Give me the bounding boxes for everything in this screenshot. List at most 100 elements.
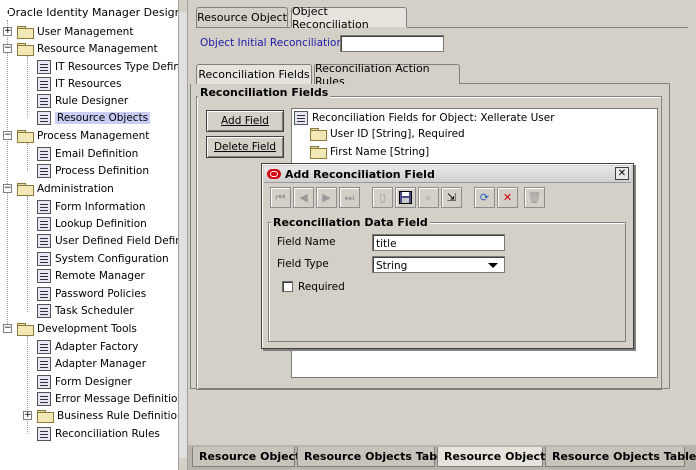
previous-record-icon[interactable]: ◀ [293,187,314,208]
warning-icon [37,391,51,406]
delete-field-button[interactable]: Delete Field [206,136,284,158]
tree-item-user-defined-field-definition[interactable]: User Defined Field Definition [37,232,178,249]
bottom-tab-resource-objects-table-1[interactable]: Resource Objects Table [297,447,448,467]
tree-item-business-rule-definition[interactable]: Business Rule Definition [37,407,178,424]
refresh-icon[interactable]: ⟳ [474,187,495,208]
required-checkbox[interactable] [282,281,293,292]
new-document-icon[interactable]: ▯ [372,187,393,208]
fields-root-node[interactable]: Reconciliation Fields for Object: Xeller… [294,111,555,125]
expand-user-management-icon[interactable]: + [3,27,12,36]
dialog-titlebar[interactable]: Add Reconciliation Field ✕ [264,166,631,183]
folder-icon [310,146,327,159]
tree-item-form-designer[interactable]: Form Designer [37,373,132,390]
adapter-manager-icon [37,356,51,371]
scroll-up-button[interactable] [179,0,187,12]
tree-item-rule-designer[interactable]: Rule Designer [37,92,128,109]
tree-item-process-management[interactable]: Process Management [17,127,149,144]
collapse-development-tools-icon[interactable]: − [3,324,12,333]
tree-item-it-resources[interactable]: IT Resources [37,75,121,92]
splitter-scrollbar[interactable] [178,0,188,470]
tree-item-process-definition[interactable]: Process Definition [37,162,149,179]
tree-item-it-resources-type-definition[interactable]: IT Resources Type Definition [37,58,178,75]
folder-icon [37,409,54,423]
tree-item-resource-management[interactable]: Resource Management [17,40,158,57]
bottom-tab-resource-objects-1[interactable]: Resource Objects [192,447,307,467]
chevron-down-icon [488,263,498,268]
password-icon [37,286,51,301]
tree-root[interactable]: Oracle Identity Manager Design Conso [3,3,178,21]
app-title: Oracle Identity Manager Design Conso [7,5,178,19]
reconciliation-data-field-title: Reconciliation Data Field [271,216,430,229]
scheduler-icon [37,303,51,318]
email-icon [37,146,51,161]
dialog-title: Add Reconciliation Field [285,167,435,181]
config-icon [37,251,51,266]
tab-object-reconciliation[interactable]: Object Reconciliation [291,5,407,31]
resource-object-icon [294,111,308,125]
tree-item-remote-manager[interactable]: Remote Manager [37,267,145,284]
collapse-resource-management-icon[interactable]: − [3,44,12,53]
assign-icon[interactable]: ⇲ [441,187,462,208]
tree-item-resource-objects[interactable]: Resource Objects [37,109,151,126]
field-icon [37,233,51,248]
tree-item-email-definition[interactable]: Email Definition [37,145,138,162]
tree-item-reconciliation-rules[interactable]: Reconciliation Rules [37,425,160,442]
tree-item-development-tools[interactable]: Development Tools [17,320,137,337]
magnifier-icon [37,216,51,231]
folder-icon [310,128,327,141]
scroll-down-button[interactable] [179,458,187,470]
table-icon [37,76,51,91]
field-node-user-id[interactable]: User ID [String], Required [310,128,465,141]
tab-resource-object[interactable]: Resource Object [196,7,288,27]
tree-item-administration[interactable]: Administration [17,180,114,197]
add-reconciliation-field-dialog: Add Reconciliation Field ✕ ⏮ ◀ ▶ ⏭ ▯ ⌕ ⇲… [261,163,634,349]
field-type-select[interactable]: String [372,256,505,273]
next-record-icon[interactable]: ▶ [316,187,337,208]
folder-icon [17,25,34,39]
first-record-icon[interactable]: ⏮ [270,187,291,208]
last-record-icon[interactable]: ⏭ [339,187,360,208]
folder-icon [17,322,34,336]
tree-item-task-scheduler[interactable]: Task Scheduler [37,302,134,319]
collapse-administration-icon[interactable]: − [3,184,12,193]
tree-item-password-policies[interactable]: Password Policies [37,285,146,302]
adapter-factory-icon [37,339,51,354]
tab-reconciliation-action-rules[interactable]: Reconciliation Action Rules [314,62,460,88]
tree-item-form-information[interactable]: Form Information [37,198,146,215]
form-designer-icon [37,374,51,389]
process-icon [37,163,51,178]
trash-icon[interactable]: 🗑 [524,187,545,208]
tree-item-system-configuration[interactable]: System Configuration [37,250,169,267]
add-field-button[interactable]: Add Field [206,110,284,132]
delete-icon[interactable]: ✕ [497,187,518,208]
binoculars-icon[interactable]: ⌕ [418,187,439,208]
rule-icon [37,93,51,108]
field-type-label: Field Type [277,258,329,270]
required-label: Required [298,281,345,293]
remote-icon [37,268,51,283]
bottom-tab-resource-objects-2[interactable]: Resource Objects [437,447,552,467]
tree-item-adapter-factory[interactable]: Adapter Factory [37,338,138,355]
folder-icon [17,182,34,196]
rule-icon [37,426,51,441]
resource-object-icon [37,110,51,125]
table-icon [37,59,51,74]
reconciliation-fields-group-title: Reconciliation Fields [198,86,331,99]
oracle-logo-icon [267,169,281,179]
info-icon [37,199,51,214]
collapse-process-management-icon[interactable]: − [3,131,12,140]
bottom-tab-resource-objects-table-2[interactable]: Resource Objects Table [545,447,696,467]
save-icon[interactable] [395,187,416,208]
tree-item-error-message-definition[interactable]: Error Message Definition [37,390,178,407]
field-node-first-name[interactable]: First Name [String] [310,146,429,159]
expand-business-rule-icon[interactable]: + [23,411,32,420]
folder-icon [17,42,34,56]
close-icon[interactable]: ✕ [615,167,629,180]
tree-item-adapter-manager[interactable]: Adapter Manager [37,355,146,372]
initial-recon-date-input[interactable] [340,35,444,52]
tree-item-lookup-definition[interactable]: Lookup Definition [37,215,147,232]
field-name-label: Field Name [277,236,336,248]
tree-item-user-management[interactable]: User Management [17,23,133,40]
field-name-input[interactable]: title [372,234,505,251]
tab-reconciliation-fields[interactable]: Reconciliation Fields [196,64,312,84]
